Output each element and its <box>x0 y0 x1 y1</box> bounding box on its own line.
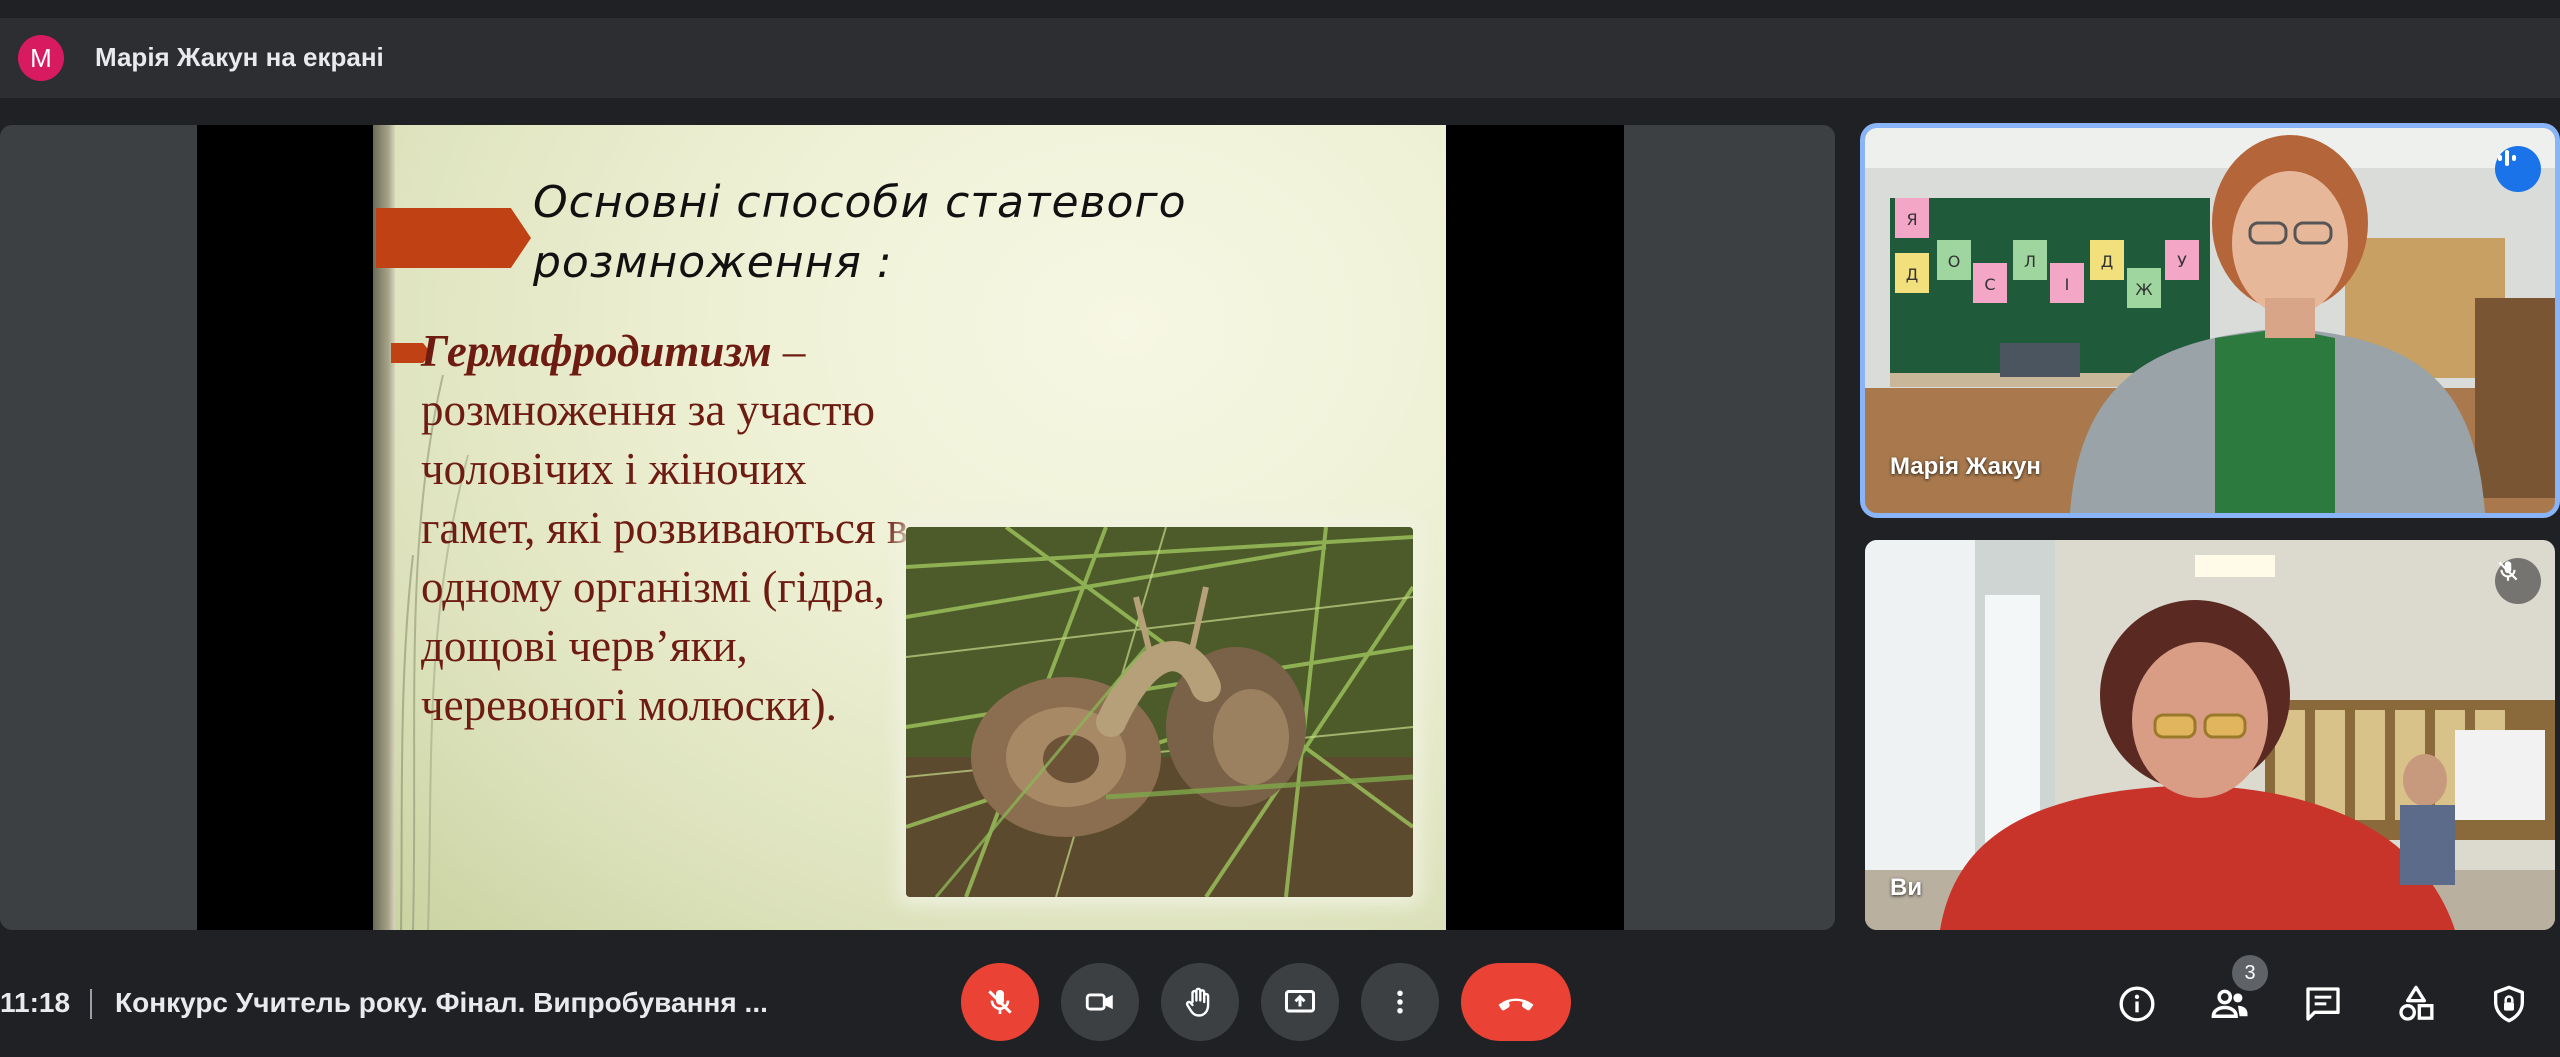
toggle-camera-button[interactable] <box>1061 963 1139 1041</box>
wall-letter: О <box>1948 252 1961 271</box>
wall-letter: С <box>1984 275 1995 294</box>
participant-name: Ви <box>1890 874 1923 901</box>
slide-title: Основні способи статевого розмноження : <box>533 177 1187 288</box>
presenter-status: Марія Жакун на екрані <box>95 42 384 72</box>
chat-icon <box>2306 987 2340 1021</box>
meeting-title: Конкурс Учитель року. Фінал. Випробуванн… <box>115 987 768 1018</box>
info-icon <box>2119 986 2155 1022</box>
people-count-badge: 3 <box>2232 955 2268 991</box>
host-controls-button[interactable] <box>2482 977 2536 1031</box>
presentation-slide: Основні способи статевого розмноження : … <box>373 125 1446 930</box>
more-options-button[interactable] <box>1361 963 1439 1041</box>
divider <box>90 989 92 1019</box>
participant-video-office <box>1865 540 2555 930</box>
participant-tile-self[interactable]: Ви <box>1865 540 2555 930</box>
participant-tile-speaker[interactable]: Я Д О С Л І Д Ж У Марія Жакун <box>1865 128 2555 513</box>
wall-letter: Д <box>2101 252 2114 271</box>
wall-letter: Л <box>2024 252 2036 271</box>
participant-name: Марія Жакун <box>1890 453 2041 480</box>
mic-off-icon <box>2495 558 2541 604</box>
toggle-microphone-button[interactable] <box>961 963 1039 1041</box>
presenter-bar: М Марія Жакун на екрані <box>0 18 2560 98</box>
present-screen-button[interactable] <box>1261 963 1339 1041</box>
slide-term: Гермафродитизм <box>421 326 772 376</box>
slide-definition: – розмноження за участю чоловічих і жіно… <box>421 326 909 730</box>
wall-letter: Ж <box>2135 280 2152 299</box>
presentation-stage[interactable]: Основні способи статевого розмноження : … <box>0 125 1835 930</box>
wall-letter: Я <box>1906 210 1917 229</box>
present-screen-icon <box>1285 990 1315 1013</box>
camera-icon <box>1085 993 1113 1011</box>
raise-hand-icon <box>1185 987 1210 1017</box>
activities-button[interactable] <box>2389 977 2443 1031</box>
wall-letter: І <box>2065 275 2070 294</box>
meeting-clock: 11:18 <box>0 987 71 1018</box>
leave-call-button[interactable] <box>1461 963 1571 1041</box>
slide-body-text: Гермафродитизм – розмноження за участю ч… <box>421 322 911 735</box>
title-arrow-marker <box>376 208 531 268</box>
presenter-avatar: М <box>18 35 64 81</box>
wall-letter: Д <box>1906 265 1919 284</box>
more-options-icon <box>1397 990 1403 1014</box>
activities-icon <box>2399 985 2434 1021</box>
chat-button[interactable] <box>2296 977 2350 1031</box>
raise-hand-button[interactable] <box>1161 963 1239 1041</box>
wall-letter: У <box>2177 252 2187 271</box>
bottom-control-bar: 11:18 Конкурс Учитель року. Фінал. Випро… <box>0 955 2560 1057</box>
meeting-details-button[interactable] <box>2110 977 2164 1031</box>
host-controls-icon <box>2494 985 2524 1023</box>
audio-level-icon <box>2495 146 2541 192</box>
end-call-icon <box>1498 998 1534 1011</box>
mic-off-icon <box>988 990 1012 1014</box>
snails-photo <box>906 527 1413 897</box>
